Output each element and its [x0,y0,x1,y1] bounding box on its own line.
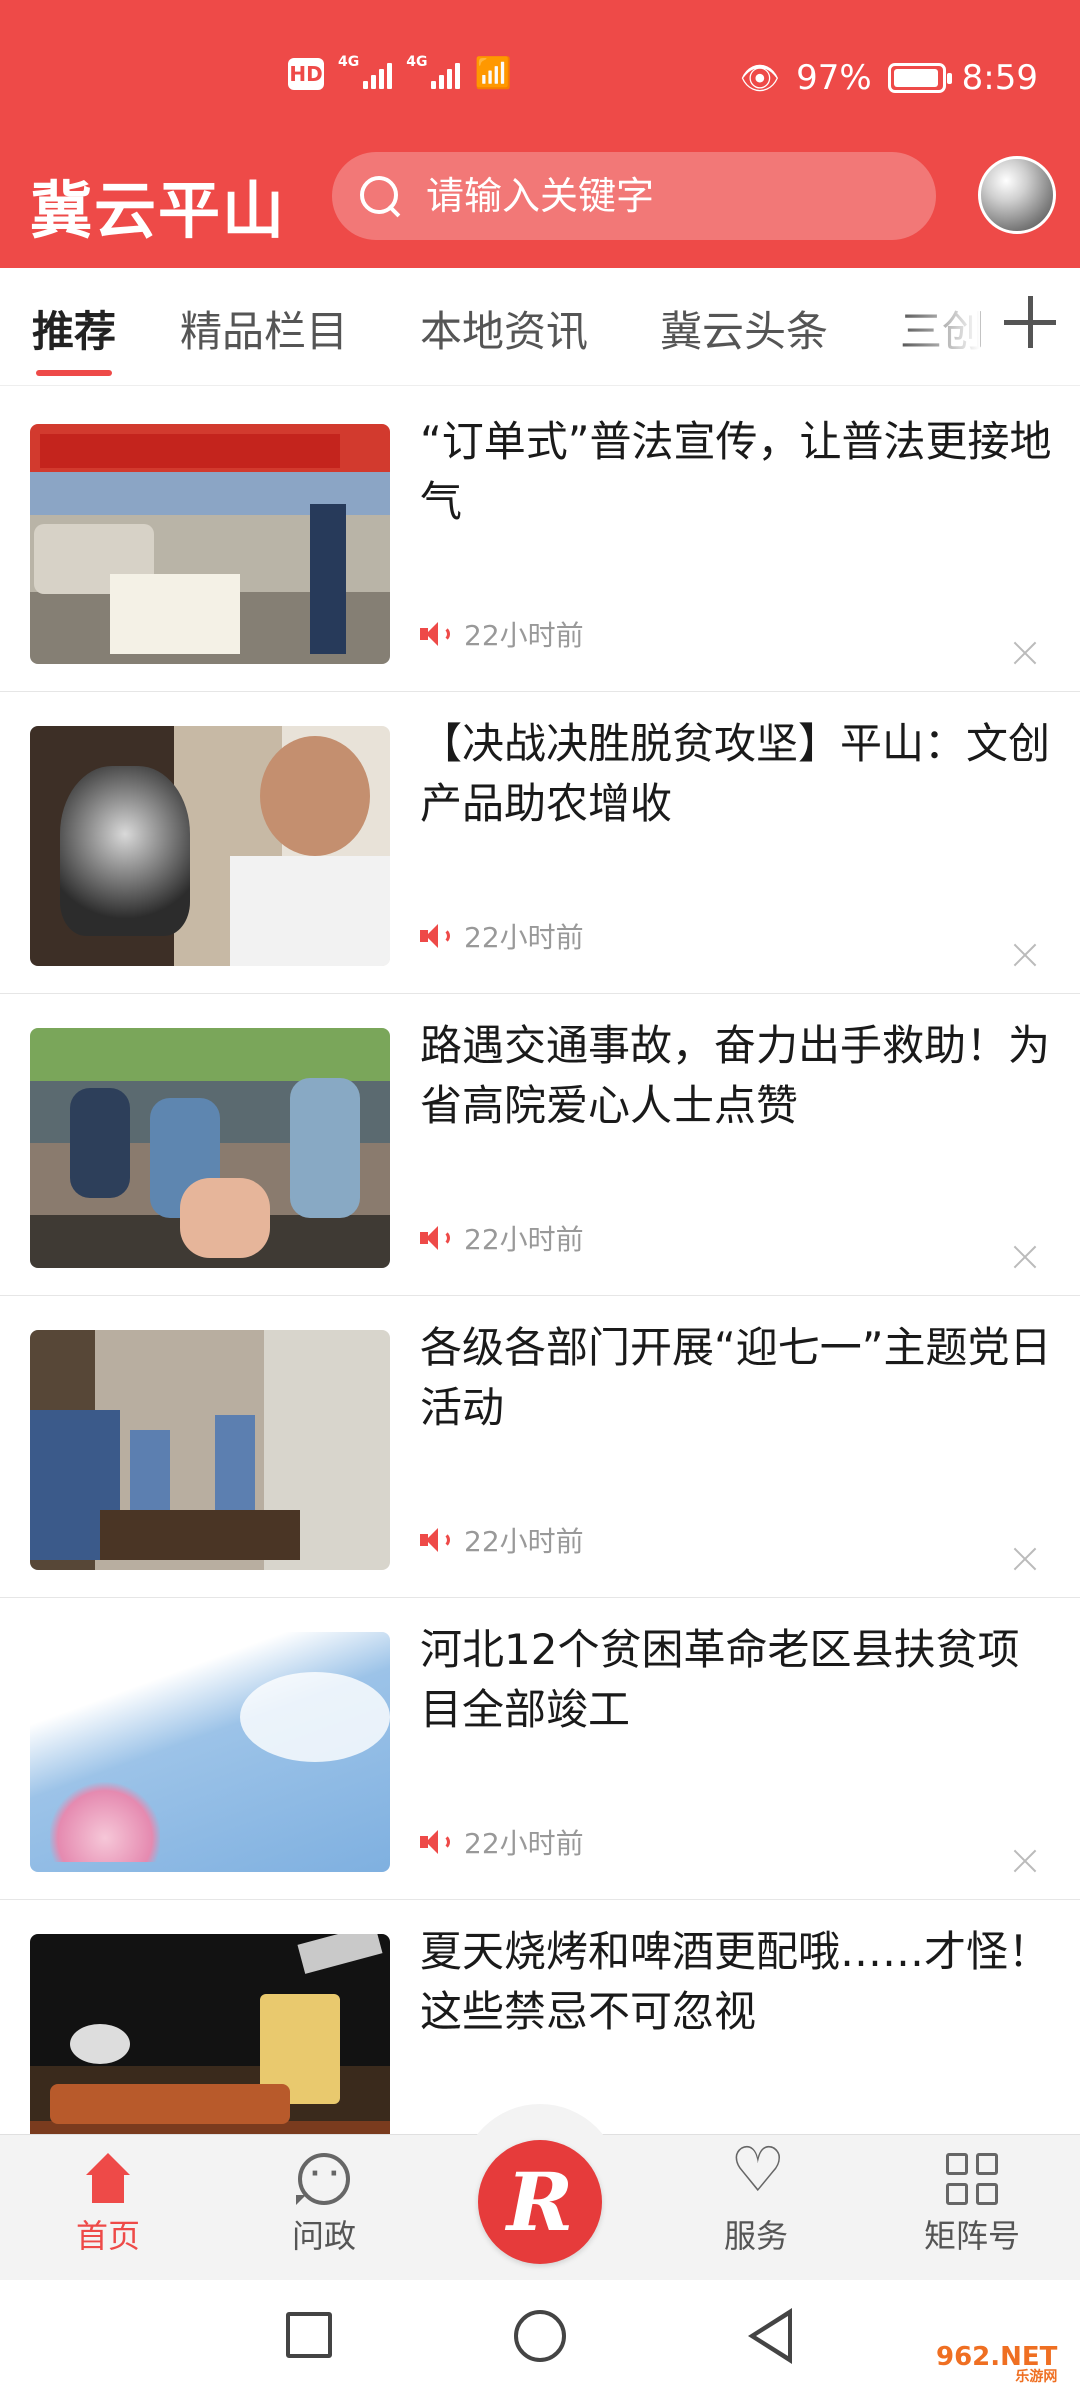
clock: 8:59 [961,58,1038,98]
news-item[interactable]: “订单式”普法宣传，让普法更接地气 22小时前 [0,390,1080,692]
system-nav-bar [0,2280,1080,2400]
news-feed: “订单式”普法宣传，让普法更接地气 22小时前 【决战决胜脱贫攻坚】平山：文创产… [0,390,1080,2134]
battery-icon [887,63,952,93]
close-icon[interactable] [1012,640,1038,666]
news-meta: 22小时前 [420,916,584,956]
speaker-icon[interactable] [420,620,450,648]
tab-recommend[interactable]: 推荐 [32,298,116,359]
grid-icon [946,2153,998,2205]
news-title[interactable]: 河北12个贫困革命老区县扶贫项目全部竣工 [420,1620,1056,1740]
status-right: 👁 97% 8:59 [739,58,1038,98]
watermark-logo: 962.NET 乐游网 [936,2342,1057,2386]
chat-icon [296,2153,350,2205]
search-input[interactable] [426,174,906,218]
status-left: HD 4G 4G 📶 [288,53,512,91]
close-icon[interactable] [1012,942,1038,968]
close-icon[interactable] [1012,1244,1038,1270]
speaker-icon[interactable] [420,1828,450,1856]
news-time: 22小时前 [464,1827,584,1860]
heart-icon [730,2139,786,2205]
recent-apps-icon[interactable] [286,2312,332,2358]
news-item[interactable]: 路遇交通事故，奋力出手救助！为省高院爱心人士点赞 22小时前 [0,994,1080,1296]
network-label-2: 4G [406,53,428,70]
category-tabs: 推荐 精品栏目 本地资讯 冀云头条 三创 [0,268,1080,386]
news-title[interactable]: 夏天烧烤和啤酒更配哦……才怪！这些禁忌不可忽视 [420,1922,1056,2042]
news-thumbnail [30,1632,390,1872]
nav-home[interactable]: 首页 [38,2153,178,2257]
news-item[interactable]: 夏天烧烤和啤酒更配哦……才怪！这些禁忌不可忽视 [0,1900,1080,2134]
news-title[interactable]: 各级各部门开展“迎七一”主题党日活动 [420,1318,1056,1438]
close-icon[interactable] [1012,1546,1038,1572]
nav-service[interactable]: 服务 [686,2139,826,2257]
news-thumbnail [30,424,390,664]
news-item[interactable]: 【决战决胜脱贫攻坚】平山：文创产品助农增收 22小时前 [0,692,1080,994]
speaker-icon[interactable] [420,922,450,950]
wifi-icon: 📶 [474,56,512,91]
active-tab-indicator [36,370,112,376]
news-time: 22小时前 [464,619,584,652]
app-header: HD 4G 4G 📶 👁 97% 8:59 冀云平山 [0,0,1080,268]
nav-wenzheng[interactable]: 问政 [254,2153,394,2257]
tab-featured-columns[interactable]: 精品栏目 [180,298,348,359]
news-time: 22小时前 [464,1525,584,1558]
nav-matrix[interactable]: 矩阵号 [902,2153,1042,2257]
status-bar: HD 4G 4G 📶 👁 97% 8:59 [0,0,1080,140]
news-title[interactable]: 【决战决胜脱贫攻坚】平山：文创产品助农增收 [420,714,1056,834]
news-title[interactable]: 路遇交通事故，奋力出手救助！为省高院爱心人士点赞 [420,1016,1056,1136]
news-item[interactable]: 各级各部门开展“迎七一”主题党日活动 22小时前 [0,1296,1080,1598]
app-title: 冀云平山 [30,174,287,247]
home-system-icon[interactable] [514,2310,566,2362]
news-thumbnail [30,1330,390,1570]
network-label-1: 4G [338,53,360,70]
back-icon[interactable] [748,2308,792,2364]
news-thumbnail [30,1934,390,2134]
signal-icon-2 [431,59,461,89]
news-meta: 22小时前 [420,1218,584,1258]
nav-matrix-label: 矩阵号 [923,2217,1020,2255]
close-icon[interactable] [1012,1848,1038,1874]
news-item[interactable]: 河北12个贫困革命老区县扶贫项目全部竣工 22小时前 [0,1598,1080,1900]
news-thumbnail [30,726,390,966]
battery-percent: 97% [796,58,872,98]
news-meta: 22小时前 [420,1822,584,1862]
speaker-icon[interactable] [420,1224,450,1252]
news-meta: 22小时前 [420,614,584,654]
add-channel-plus-icon[interactable] [1004,296,1056,348]
nav-service-label: 服务 [723,2217,788,2255]
tab-fade [900,268,980,384]
eye-icon: 👁 [739,59,781,97]
search-bar[interactable] [332,152,936,240]
nav-wenzheng-label: 问政 [291,2217,356,2255]
news-title[interactable]: “订单式”普法宣传，让普法更接地气 [420,412,1056,532]
tab-local-news[interactable]: 本地资讯 [420,298,588,359]
tab-jiyun-headlines[interactable]: 冀云头条 [660,298,828,359]
news-thumbnail [30,1028,390,1268]
nav-home-label: 首页 [75,2217,140,2255]
app-logo-icon: R [506,2155,574,2249]
hd-badge: HD [288,57,324,90]
speaker-icon[interactable] [420,1526,450,1554]
signal-icon [363,59,393,89]
app-logo-button[interactable]: R [478,2140,602,2264]
home-icon [82,2153,134,2205]
avatar[interactable] [978,156,1056,234]
news-time: 22小时前 [464,1223,584,1256]
search-icon [356,172,404,220]
news-meta: 22小时前 [420,1520,584,1560]
news-time: 22小时前 [464,921,584,954]
